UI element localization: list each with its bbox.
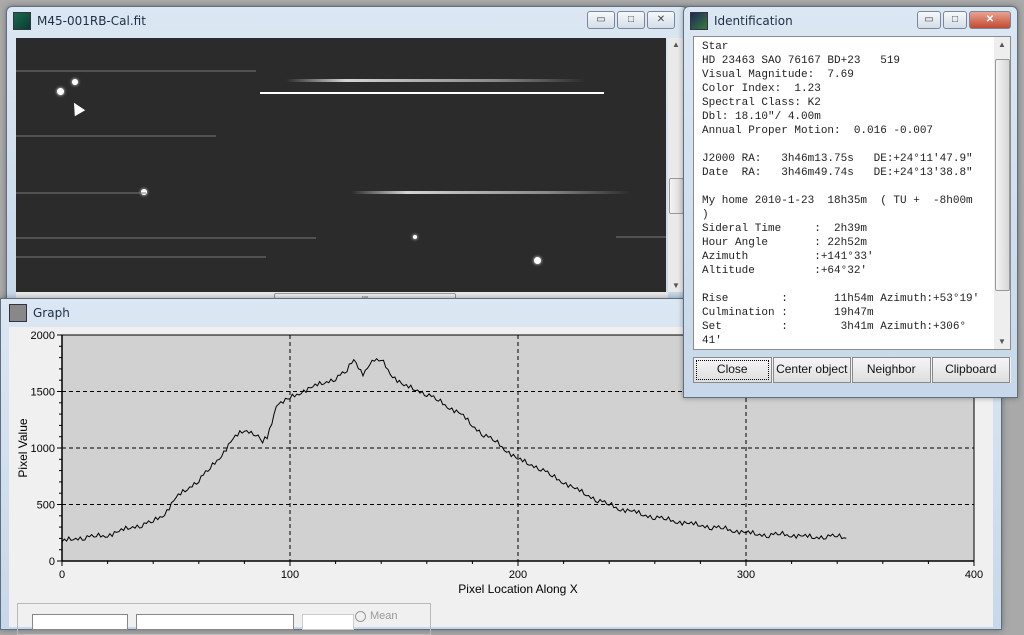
faint-streak xyxy=(16,192,146,194)
scroll-up-arrow-icon[interactable]: ▲ xyxy=(998,40,1006,49)
radio-icon[interactable] xyxy=(355,611,366,622)
identification-title: Identification xyxy=(714,14,793,28)
minimize-button[interactable]: ▭ xyxy=(587,11,615,29)
graph-window-title: Graph xyxy=(33,306,70,320)
scroll-down-arrow-icon[interactable]: ▼ xyxy=(998,337,1006,346)
x-tick-label: 0 xyxy=(59,569,65,581)
maximize-button[interactable]: □ xyxy=(943,11,967,29)
image-window-titlebar[interactable]: M45-001RB-Cal.fit xyxy=(7,7,687,35)
star[interactable] xyxy=(413,235,417,239)
vertical-scroll-thumb[interactable] xyxy=(669,178,684,214)
graph-options-panel: Mean xyxy=(17,603,431,635)
star-image-canvas[interactable] xyxy=(16,38,666,292)
value-field[interactable] xyxy=(302,614,354,630)
scroll-down-arrow-icon[interactable]: ▼ xyxy=(672,281,680,290)
object-info: Star HD 23463 SAO 76167 BD+23 519 Visual… xyxy=(694,37,1010,348)
y-tick-label: 500 xyxy=(37,500,55,512)
image-window: M45-001RB-Cal.fit ▭ □ ✕ ▲ ▼ ||| xyxy=(6,6,688,308)
close-button[interactable]: Close xyxy=(693,357,772,383)
close-window-button[interactable]: ✕ xyxy=(969,11,1011,29)
star-trail xyxy=(286,79,586,82)
neighbor-button[interactable]: Neighbor xyxy=(852,357,931,383)
x-tick-label: 300 xyxy=(737,569,755,581)
comet-icon xyxy=(690,12,708,30)
scroll-up-arrow-icon[interactable]: ▲ xyxy=(672,40,680,49)
graph-icon xyxy=(9,304,27,322)
x-tick-label: 100 xyxy=(281,569,299,581)
mean-radio[interactable]: Mean xyxy=(355,610,398,622)
profile-line[interactable] xyxy=(260,92,604,94)
faint-streak xyxy=(616,236,666,238)
faint-streak xyxy=(16,135,216,137)
y-tick-label: 2000 xyxy=(31,330,55,342)
star[interactable] xyxy=(57,88,64,95)
faint-streak xyxy=(16,256,266,258)
identification-window: Identification ▭ □ ✕ Star HD 23463 SAO 7… xyxy=(683,6,1018,398)
y-tick-label: 1000 xyxy=(31,443,55,455)
x-tick-label: 400 xyxy=(965,569,983,581)
y-tick-label: 1500 xyxy=(31,387,55,399)
faint-streak xyxy=(16,237,316,239)
option-dropdown[interactable] xyxy=(32,614,128,630)
y-axis-label: Pixel Value xyxy=(16,418,30,477)
mean-label: Mean xyxy=(370,610,398,622)
x-tick-label: 200 xyxy=(509,569,527,581)
close-button[interactable]: ✕ xyxy=(647,11,675,29)
star-trail xyxy=(351,191,631,194)
center-object-button[interactable]: Center object xyxy=(773,357,852,383)
identification-text[interactable]: Star HD 23463 SAO 76167 BD+23 519 Visual… xyxy=(693,36,1011,350)
identification-buttons: Close Center object Neighbor Clipboard xyxy=(693,357,1011,383)
star[interactable] xyxy=(72,79,78,85)
info-scrollbar[interactable]: ▲ ▼ xyxy=(994,37,1010,349)
option-field[interactable] xyxy=(136,614,294,630)
image-vertical-scrollbar[interactable]: ▲ ▼ xyxy=(668,38,684,292)
x-axis-label: Pixel Location Along X xyxy=(458,582,577,596)
image-window-title: M45-001RB-Cal.fit xyxy=(37,14,146,28)
faint-streak xyxy=(16,70,256,72)
star[interactable] xyxy=(534,257,541,264)
fits-file-icon xyxy=(13,12,31,30)
minimize-button[interactable]: ▭ xyxy=(917,11,941,29)
info-scroll-thumb[interactable] xyxy=(995,59,1010,291)
maximize-button[interactable]: □ xyxy=(617,11,645,29)
y-tick-label: 0 xyxy=(49,556,55,568)
mouse-cursor xyxy=(69,100,85,116)
clipboard-button[interactable]: Clipboard xyxy=(932,357,1011,383)
